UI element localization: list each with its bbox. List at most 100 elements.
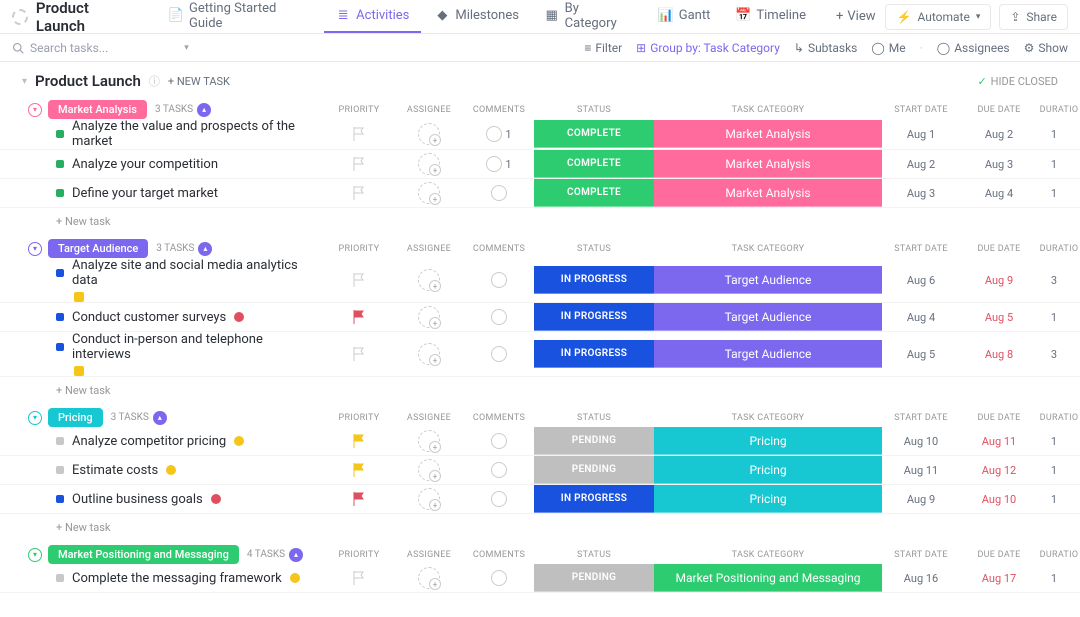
due-date-cell[interactable]: Aug 3 (960, 150, 1038, 178)
priority-cell[interactable] (324, 456, 394, 484)
new-task-row[interactable]: + New task (0, 377, 1080, 404)
due-date-cell[interactable]: Aug 12 (960, 456, 1038, 484)
col-start-date[interactable]: START DATE (882, 105, 960, 115)
status-pill[interactable]: IN PROGRESS (534, 303, 654, 331)
duration-cell[interactable]: 1 (1038, 303, 1080, 331)
tab-by-category[interactable]: ▦By Category (533, 0, 645, 41)
assignee-cell[interactable] (394, 303, 464, 331)
search-input[interactable]: Search tasks... ▾ (12, 41, 584, 55)
priority-cell[interactable] (324, 303, 394, 331)
start-date-cell[interactable]: Aug 1 (882, 120, 960, 148)
comments-cell[interactable] (464, 564, 534, 592)
category-pill[interactable]: Pricing (654, 456, 882, 484)
assignee-cell[interactable] (394, 564, 464, 592)
collapse-icon[interactable]: ▾ (28, 411, 42, 425)
collapse-icon[interactable]: ▾ (28, 548, 42, 562)
priority-cell[interactable] (324, 179, 394, 207)
status-pill[interactable]: COMPLETE (534, 120, 654, 148)
assignee-cell[interactable] (394, 179, 464, 207)
col-task-category[interactable]: TASK CATEGORY (654, 413, 882, 423)
status-pill[interactable]: COMPLETE (534, 179, 654, 207)
collapse-icon[interactable]: ▾ (28, 103, 42, 117)
col-due-date[interactable]: DUE DATE (960, 413, 1038, 423)
assignee-cell[interactable] (394, 120, 464, 148)
sort-icon[interactable]: ▴ (197, 103, 211, 117)
task-row[interactable]: Define your target marketCOMPLETEMarket … (0, 179, 1080, 208)
col-duration[interactable]: DURATIO (1038, 413, 1080, 423)
col-status[interactable]: STATUS (534, 244, 654, 254)
comments-cell[interactable] (464, 303, 534, 331)
assignee-cell[interactable] (394, 150, 464, 178)
col-assignee[interactable]: ASSIGNEE (394, 413, 464, 423)
start-date-cell[interactable]: Aug 6 (882, 266, 960, 294)
category-pill[interactable]: Market Analysis (654, 179, 882, 207)
share-button[interactable]: ⇪ Share (999, 4, 1068, 30)
due-date-cell[interactable]: Aug 10 (960, 485, 1038, 513)
col-priority[interactable]: PRIORITY (324, 105, 394, 115)
due-date-cell[interactable]: Aug 2 (960, 120, 1038, 148)
due-date-cell[interactable]: Aug 17 (960, 564, 1038, 592)
chevron-down-icon[interactable]: ▾ (22, 76, 27, 87)
sort-icon[interactable]: ▴ (289, 548, 303, 562)
status-pill[interactable]: IN PROGRESS (534, 340, 654, 368)
category-pill[interactable]: Market Positioning and Messaging (654, 564, 882, 592)
col-start-date[interactable]: START DATE (882, 244, 960, 254)
duration-cell[interactable]: 1 (1038, 150, 1080, 178)
due-date-cell[interactable]: Aug 11 (960, 427, 1038, 455)
start-date-cell[interactable]: Aug 11 (882, 456, 960, 484)
status-pill[interactable]: COMPLETE (534, 150, 654, 178)
due-date-cell[interactable]: Aug 8 (960, 340, 1038, 368)
comments-cell[interactable] (464, 485, 534, 513)
priority-cell[interactable] (324, 485, 394, 513)
assignees-button[interactable]: ◯Assignees (937, 41, 1010, 55)
assignee-cell[interactable] (394, 485, 464, 513)
category-pill[interactable]: Target Audience (654, 266, 882, 294)
assignee-cell[interactable] (394, 340, 464, 368)
group-name-pill[interactable]: Pricing (48, 408, 103, 427)
duration-cell[interactable]: 3 (1038, 340, 1080, 368)
col-priority[interactable]: PRIORITY (324, 244, 394, 254)
duration-cell[interactable]: 1 (1038, 179, 1080, 207)
duration-cell[interactable]: 1 (1038, 564, 1080, 592)
task-row[interactable]: Estimate costsPENDINGPricingAug 11Aug 12… (0, 456, 1080, 485)
subtasks-button[interactable]: ↳Subtasks (794, 41, 857, 55)
col-comments[interactable]: COMMENTS (464, 550, 534, 560)
col-assignee[interactable]: ASSIGNEE (394, 550, 464, 560)
due-date-cell[interactable]: Aug 9 (960, 266, 1038, 294)
task-row[interactable]: Conduct customer surveysIN PROGRESSTarge… (0, 303, 1080, 332)
duration-cell[interactable]: 1 (1038, 485, 1080, 513)
tab-timeline[interactable]: 📅Timeline (724, 0, 818, 33)
start-date-cell[interactable]: Aug 4 (882, 303, 960, 331)
filter-button[interactable]: ≡Filter (584, 41, 622, 55)
col-start-date[interactable]: START DATE (882, 413, 960, 423)
automate-button[interactable]: ⚡ Automate ▾ (885, 4, 991, 30)
status-pill[interactable]: IN PROGRESS (534, 485, 654, 513)
info-icon[interactable]: ⓘ (149, 73, 160, 89)
category-pill[interactable]: Market Analysis (654, 150, 882, 178)
priority-cell[interactable] (324, 340, 394, 368)
col-duration[interactable]: DURATIO (1038, 244, 1080, 254)
col-due-date[interactable]: DUE DATE (960, 105, 1038, 115)
priority-cell[interactable] (324, 120, 394, 148)
col-comments[interactable]: COMMENTS (464, 105, 534, 115)
col-task-category[interactable]: TASK CATEGORY (654, 244, 882, 254)
category-pill[interactable]: Pricing (654, 427, 882, 455)
col-status[interactable]: STATUS (534, 413, 654, 423)
tab-gantt[interactable]: 📊Gantt (647, 0, 723, 33)
start-date-cell[interactable]: Aug 5 (882, 340, 960, 368)
priority-cell[interactable] (324, 266, 394, 294)
tab-activities[interactable]: ≣Activities (324, 0, 421, 33)
start-date-cell[interactable]: Aug 10 (882, 427, 960, 455)
sort-icon[interactable]: ▴ (198, 242, 212, 256)
category-pill[interactable]: Target Audience (654, 303, 882, 331)
start-date-cell[interactable]: Aug 9 (882, 485, 960, 513)
due-date-cell[interactable]: Aug 4 (960, 179, 1038, 207)
col-status[interactable]: STATUS (534, 105, 654, 115)
priority-cell[interactable] (324, 150, 394, 178)
status-pill[interactable]: PENDING (534, 427, 654, 455)
category-pill[interactable]: Market Analysis (654, 120, 882, 148)
col-assignee[interactable]: ASSIGNEE (394, 105, 464, 115)
task-row[interactable]: Analyze site and social media analytics … (0, 258, 1080, 303)
col-status[interactable]: STATUS (534, 550, 654, 560)
comments-cell[interactable] (464, 179, 534, 207)
